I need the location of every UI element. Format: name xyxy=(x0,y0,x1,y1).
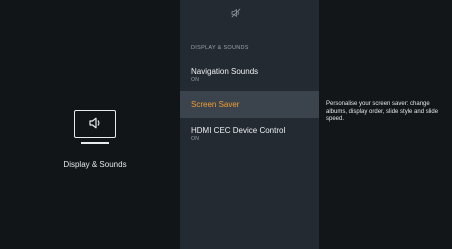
section-header: DISPLAY & SOUNDS xyxy=(191,45,249,51)
tv-stand xyxy=(81,142,109,144)
category-label: Display & Sounds xyxy=(63,160,127,169)
settings-menu: DISPLAY & SOUNDS Navigation Sounds ON Sc… xyxy=(180,0,319,249)
menu-item-navigation-sounds[interactable]: Navigation Sounds ON xyxy=(180,67,319,91)
menu-item-value: ON xyxy=(191,136,200,142)
settings-screen: Display & Sounds DISPLAY & SOUNDS Naviga… xyxy=(0,0,452,249)
menu-item-screen-saver[interactable]: Screen Saver xyxy=(180,91,319,118)
category-panel: Display & Sounds xyxy=(0,0,180,249)
menu-item-value: ON xyxy=(191,77,200,83)
mute-icon xyxy=(231,8,241,18)
menu-item-title: Navigation Sounds xyxy=(191,67,259,76)
menu-item-title: HDMI CEC Device Control xyxy=(191,126,286,135)
speaker-tv-icon xyxy=(74,110,116,138)
item-description: Personalise your screen saver: change al… xyxy=(326,101,439,123)
menu-item-title: Screen Saver xyxy=(191,100,240,109)
menu-item-hdmi-cec-device-control[interactable]: HDMI CEC Device Control ON xyxy=(180,126,319,150)
